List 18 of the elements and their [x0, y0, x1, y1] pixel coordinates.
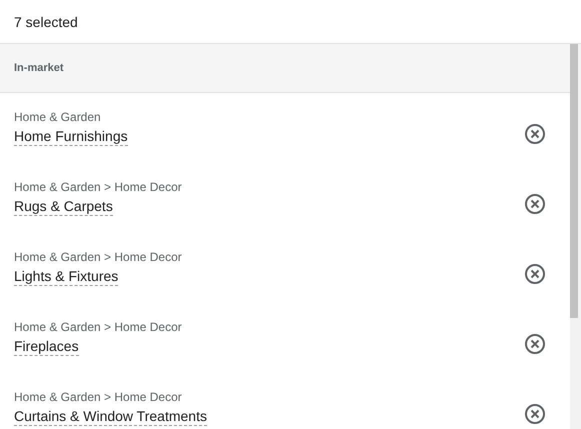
- selection-count: 7 selected: [14, 14, 78, 30]
- category-path: Home & Garden > Home Decor: [14, 390, 183, 404]
- remove-icon[interactable]: [524, 263, 546, 285]
- audience-name: Curtains & Window Treatments: [14, 408, 207, 426]
- scrollbar[interactable]: [570, 44, 581, 429]
- category-path: Home & Garden > Home Decor: [14, 180, 183, 194]
- remove-icon[interactable]: [524, 123, 546, 145]
- section-title: In-market: [14, 62, 64, 74]
- remove-icon[interactable]: [524, 403, 546, 425]
- audience-name: Rugs & Carpets: [14, 198, 113, 216]
- audience-name: Lights & Fixtures: [14, 268, 118, 286]
- remove-icon[interactable]: [524, 333, 546, 355]
- category-path: Home & Garden: [14, 110, 102, 124]
- category-path: Home & Garden > Home Decor: [14, 250, 183, 264]
- category-path: Home & Garden > Home Decor: [14, 320, 183, 334]
- audience-name: Home Furnishings: [14, 128, 128, 146]
- audience-name: Fireplaces: [14, 338, 79, 356]
- remove-icon[interactable]: [524, 193, 546, 215]
